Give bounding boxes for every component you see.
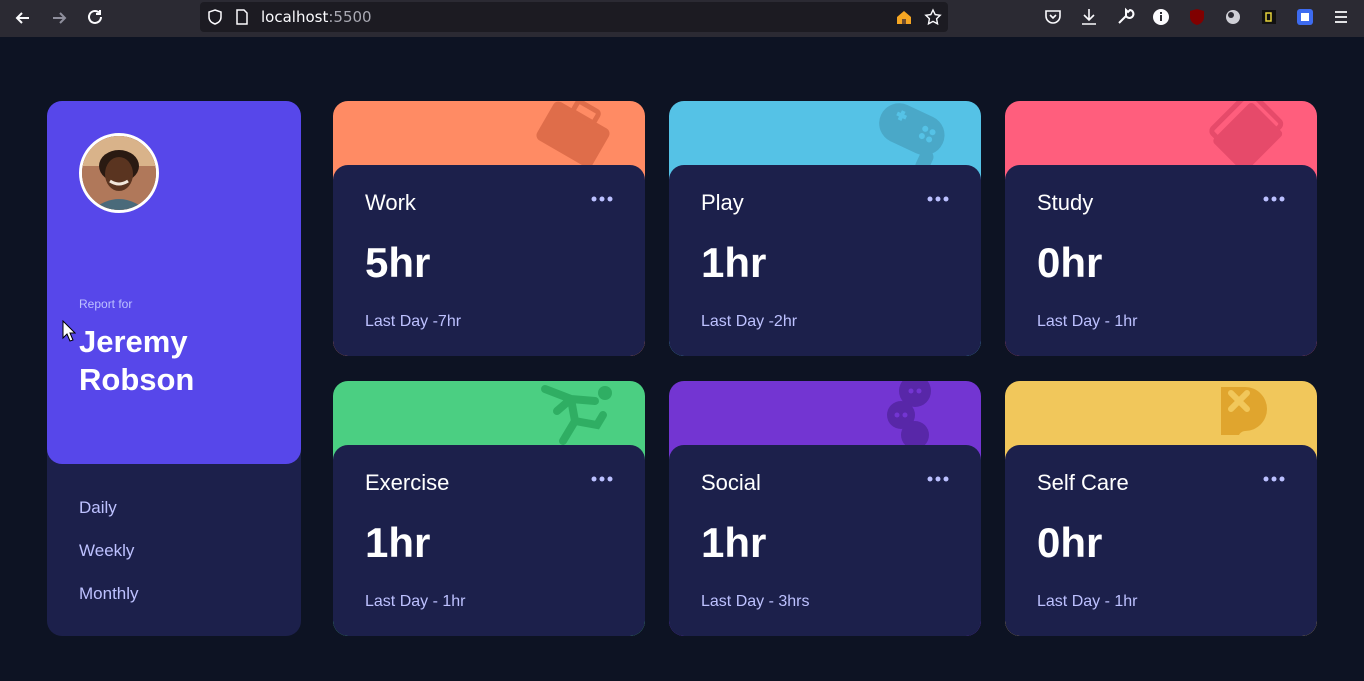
previous-hours: Last Day -7hr [365, 313, 462, 330]
period-monthly[interactable]: Monthly [79, 584, 139, 604]
card-body: Work 5hr Last Day -7hr [333, 165, 645, 356]
card-self-care: Self Care 0hr Last Day - 1hr [1005, 381, 1317, 636]
pocket-icon[interactable] [1042, 6, 1064, 28]
card-work: Work 5hr Last Day -7hr [333, 101, 645, 356]
card-social: Social 1hr Last Day - 3hrs [669, 381, 981, 636]
url-port: :5500 [328, 8, 372, 26]
current-hours: 1hr [701, 239, 767, 286]
extension-icon[interactable] [1258, 6, 1280, 28]
forward-icon[interactable] [46, 5, 72, 31]
card-body: Exercise 1hr Last Day - 1hr [333, 445, 645, 636]
more-options-icon[interactable] [927, 473, 949, 485]
card-body: Self Care 0hr Last Day - 1hr [1005, 445, 1317, 636]
extension-icon[interactable] [1294, 6, 1316, 28]
mouse-cursor [62, 320, 76, 342]
previous-hours: Last Day - 1hr [1037, 593, 1138, 610]
current-hours: 0hr [1037, 519, 1103, 566]
previous-hours: Last Day - 3hrs [701, 593, 810, 610]
period-weekly[interactable]: Weekly [79, 541, 134, 561]
previous-hours: Last Day -2hr [701, 313, 798, 330]
card-study: Study 0hr Last Day - 1hr [1005, 101, 1317, 356]
card-body: Social 1hr Last Day - 3hrs [669, 445, 981, 636]
menu-icon[interactable] [1330, 6, 1352, 28]
heart-bandage-icon [1221, 387, 1267, 435]
more-options-icon[interactable] [591, 473, 613, 485]
more-options-icon[interactable] [927, 193, 949, 205]
user-last-name: Robson [79, 362, 195, 397]
period-daily[interactable]: Daily [79, 498, 117, 518]
card-title: Work [365, 190, 416, 215]
profile-header: Report for Jeremy Robson [47, 101, 301, 464]
previous-hours: Last Day - 1hr [1037, 313, 1138, 330]
profile-card: Report for Jeremy Robson Daily Weekly Mo… [47, 101, 301, 636]
bookmark-star-icon[interactable] [924, 8, 942, 26]
current-hours: 1hr [365, 519, 431, 566]
browser-toolbar: localhost:5500 [0, 0, 1364, 37]
previous-hours: Last Day - 1hr [365, 593, 466, 610]
url-text[interactable]: localhost:5500 [261, 8, 372, 26]
home-icon[interactable] [895, 8, 913, 26]
card-title: Study [1037, 190, 1094, 215]
social-icon [887, 381, 931, 449]
card-exercise: Exercise 1hr Last Day - 1hr [333, 381, 645, 636]
url-bar[interactable]: localhost:5500 [200, 2, 948, 32]
books-icon [1209, 101, 1284, 171]
shield-icon[interactable] [206, 8, 224, 26]
wrench-icon[interactable] [1114, 6, 1136, 28]
report-for-label: Report for [79, 297, 133, 311]
card-body: Play 1hr Last Day -2hr [669, 165, 981, 356]
user-name: Jeremy Robson [79, 323, 279, 399]
user-first-name: Jeremy [79, 324, 188, 359]
runner-icon [541, 385, 612, 445]
more-options-icon[interactable] [1263, 193, 1285, 205]
current-hours: 0hr [1037, 239, 1103, 286]
current-hours: 1hr [701, 519, 767, 566]
page-icon [233, 8, 251, 26]
download-icon[interactable] [1078, 6, 1100, 28]
card-title: Self Care [1037, 470, 1129, 495]
card-play: Play 1hr Last Day -2hr [669, 101, 981, 356]
gamepad-icon [879, 103, 945, 171]
reload-icon[interactable] [82, 5, 108, 31]
extension-icon[interactable] [1222, 6, 1244, 28]
briefcase-icon [536, 101, 610, 168]
ublock-icon[interactable] [1186, 6, 1208, 28]
avatar [79, 133, 159, 213]
card-title: Play [701, 190, 744, 215]
more-options-icon[interactable] [591, 193, 613, 205]
card-body: Study 0hr Last Day - 1hr [1005, 165, 1317, 356]
more-options-icon[interactable] [1263, 473, 1285, 485]
current-hours: 5hr [365, 239, 431, 286]
card-title: Exercise [365, 470, 450, 495]
info-icon[interactable] [1150, 6, 1172, 28]
back-icon[interactable] [10, 5, 36, 31]
scrollbar[interactable] [1359, 37, 1364, 681]
card-title: Social [701, 470, 761, 495]
url-host: localhost [261, 8, 329, 26]
